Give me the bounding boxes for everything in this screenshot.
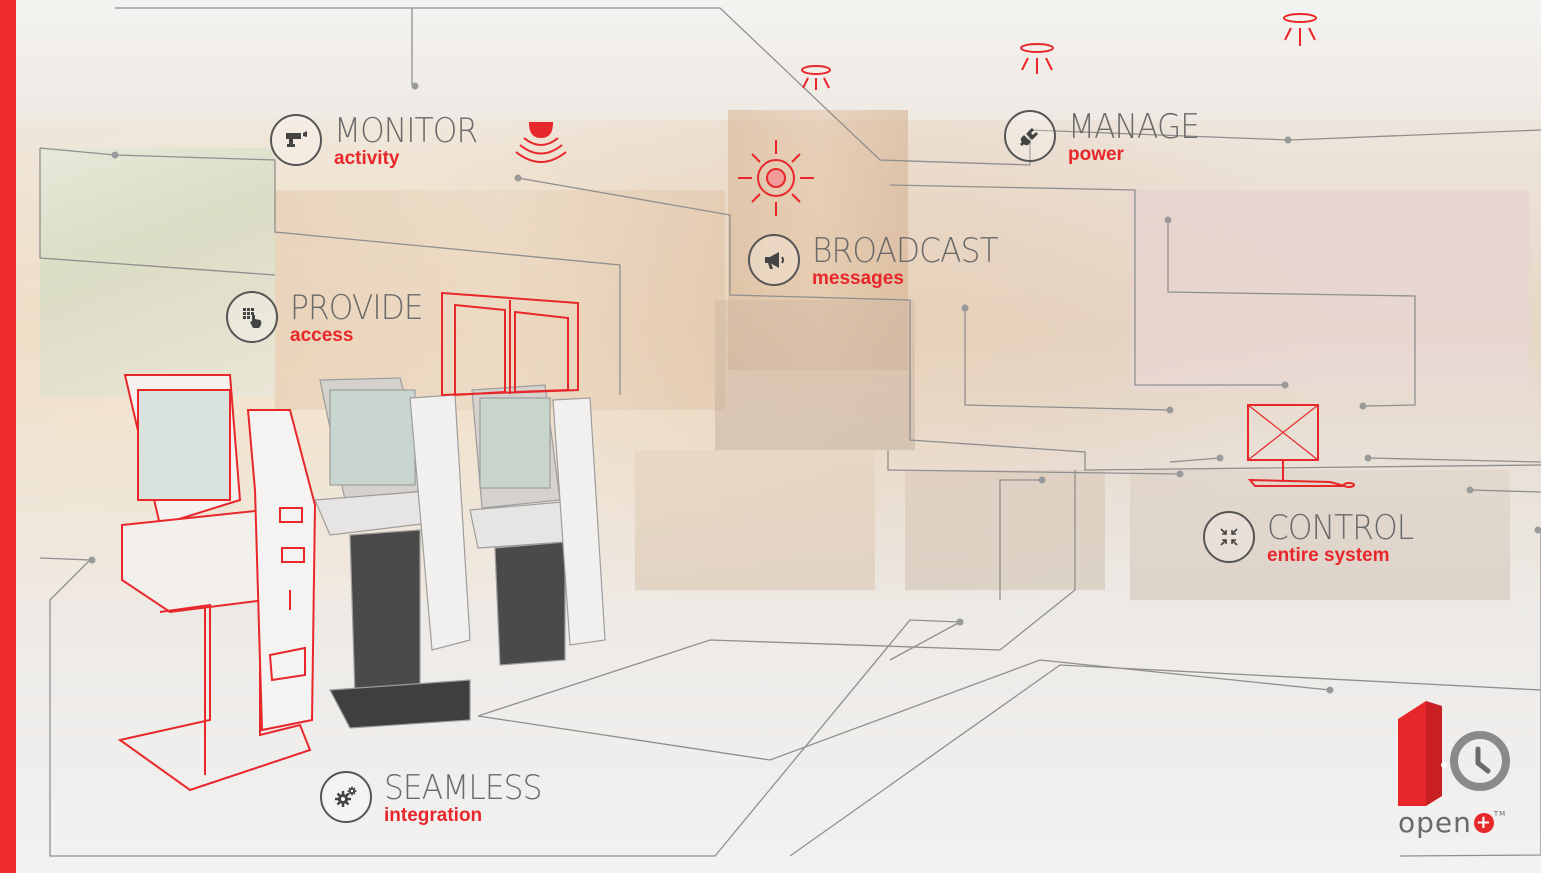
feature-manage: MANAGE power (1004, 110, 1211, 165)
brand-logo: open + TM (1398, 806, 1506, 839)
kiosk-red-outline (117, 374, 317, 792)
feature-subtitle: access (290, 325, 354, 346)
feature-title: MONITOR (334, 111, 478, 151)
monitor-red-outline (1247, 404, 1355, 488)
logo-plus-symbol: + (1473, 811, 1494, 833)
security-camera-icon (270, 114, 322, 166)
doors-red-outline (441, 291, 579, 397)
feature-subtitle: integration (384, 805, 483, 826)
sensor-sun-icon (738, 140, 814, 216)
power-plug-icon (1004, 110, 1056, 162)
feature-subtitle: entire system (1267, 545, 1390, 566)
feature-provide: PROVIDE access (226, 291, 434, 346)
compress-arrows-icon (1203, 511, 1255, 563)
ceiling-lights (801, 13, 1317, 90)
feature-broadcast: BROADCAST messages (748, 234, 1014, 289)
feature-title: SEAMLESS (384, 768, 542, 808)
dome-camera-icon (515, 122, 567, 163)
feature-monitor: MONITOR activity (270, 114, 490, 169)
feature-subtitle: messages (812, 268, 904, 289)
gears-icon (320, 771, 372, 823)
feature-control: CONTROL entire system (1203, 511, 1426, 566)
feature-title: MANAGE (1068, 107, 1200, 147)
feature-subtitle: power (1068, 144, 1124, 165)
feature-title: CONTROL (1267, 508, 1414, 548)
logo-wordmark: open (1398, 806, 1472, 839)
keypad-touch-icon (226, 291, 278, 343)
network-overlay (39, 7, 1541, 857)
megaphone-icon (748, 234, 800, 286)
feature-title: PROVIDE (290, 288, 424, 328)
feature-title: BROADCAST (812, 231, 999, 271)
feature-subtitle: activity (334, 148, 400, 169)
logo-trademark: TM (1493, 810, 1507, 818)
feature-seamless: SEAMLESS integration (320, 771, 555, 826)
kiosk-gray-back (314, 377, 606, 729)
